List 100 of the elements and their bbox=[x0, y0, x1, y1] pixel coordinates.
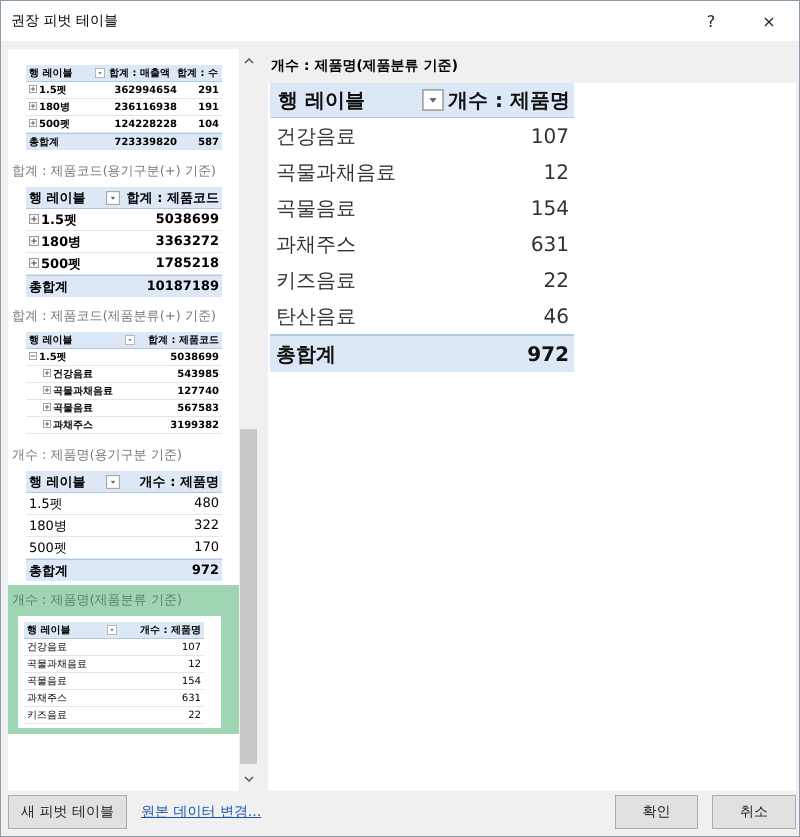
change-source-link[interactable]: 원본 데이터 변경... bbox=[140, 803, 262, 821]
help-button[interactable]: ? bbox=[691, 5, 731, 37]
table-cell-text: 154 bbox=[180, 676, 201, 686]
table-cell-text: 972 bbox=[526, 342, 569, 366]
row-label: 과채주스 bbox=[276, 230, 357, 258]
expand-icon[interactable] bbox=[29, 102, 37, 110]
table-cell-text: 723339820 bbox=[113, 136, 177, 148]
ok-button[interactable]: 확인 bbox=[615, 795, 698, 829]
table-cell-text: 236116938 bbox=[113, 102, 177, 112]
scroll-thumb[interactable] bbox=[240, 429, 257, 764]
row-label: 키즈음료 bbox=[276, 266, 357, 294]
row-label: 500펫 bbox=[29, 117, 109, 131]
table-cell-text: 1785218 bbox=[154, 256, 219, 271]
recommendation-card[interactable]: 개수 : 제품명(제품분류 기준) 행 레이블 개수 : 제품명 건강음료 107 곡물과채음료 12 곡물음료 154 과채주스 631 키즈음료 22 bbox=[8, 585, 239, 734]
row-label: 과채주스 bbox=[29, 418, 139, 432]
dropdown-icon[interactable] bbox=[106, 474, 120, 488]
table-cell-text: 104 bbox=[197, 118, 219, 130]
expand-icon[interactable] bbox=[29, 236, 39, 246]
column-header: 행 레이블 bbox=[29, 67, 72, 80]
recommendation-title: 합계 : 제품코드(제품분류(+) 기준) bbox=[12, 308, 216, 325]
table-cell-text: 107 bbox=[530, 124, 569, 148]
table-cell-text: 631 bbox=[530, 232, 569, 256]
row-label: 곡물과채음료 bbox=[27, 658, 88, 671]
table-cell-text: 12 bbox=[542, 160, 569, 184]
expand-icon[interactable] bbox=[29, 214, 39, 224]
dropdown-icon[interactable] bbox=[107, 625, 117, 635]
table-cell-text: 567583 bbox=[176, 402, 219, 414]
column-header: 행 레이블 bbox=[29, 190, 86, 206]
row-label: 곡물음료 bbox=[276, 194, 357, 222]
row-label: 1.5펫 bbox=[29, 350, 139, 364]
collapse-icon[interactable] bbox=[29, 352, 37, 360]
table-cell-text: 10187189 bbox=[146, 279, 219, 294]
row-label: 키즈음료 bbox=[27, 709, 68, 722]
row-label: 180병 bbox=[29, 232, 124, 250]
row-label: 곡물음료 bbox=[27, 675, 68, 688]
table-cell-text: 5038699 bbox=[154, 212, 219, 227]
row-label: 건강음료 bbox=[29, 367, 139, 381]
expand-icon[interactable] bbox=[29, 85, 37, 93]
column-header: 개수 : 제품명 bbox=[138, 474, 219, 490]
preview-title: 개수 : 제품명(제품분류 기준) bbox=[271, 57, 458, 75]
expand-icon[interactable] bbox=[43, 403, 51, 411]
table-cell-text: 154 bbox=[530, 196, 569, 220]
table-cell-text: 3199382 bbox=[169, 420, 219, 430]
column-header: 개수 : 제품명 bbox=[448, 86, 570, 114]
row-label: 과채주스 bbox=[27, 692, 68, 705]
table-cell-text: 5038699 bbox=[169, 352, 219, 362]
row-label: 총합계 bbox=[29, 136, 60, 149]
table-cell-text: 22 bbox=[542, 268, 569, 292]
recommendation-title: 개수 : 제품명(용기구분 기준) bbox=[12, 447, 182, 464]
expand-icon[interactable] bbox=[29, 119, 37, 127]
table-cell-text: 543985 bbox=[176, 368, 219, 380]
table-cell-text: 3363272 bbox=[154, 234, 219, 249]
table-cell-text: 322 bbox=[193, 518, 219, 533]
table-cell-text: 22 bbox=[187, 710, 201, 720]
row-label: 총합계 bbox=[276, 340, 337, 368]
expand-icon[interactable] bbox=[43, 386, 51, 394]
column-header: 행 레이블 bbox=[27, 624, 70, 637]
column-header: 합계 : 수 bbox=[177, 67, 219, 80]
window-title: 권장 피벗 테이블 bbox=[11, 12, 119, 30]
row-label: 곡물음료 bbox=[29, 401, 139, 415]
column-header: 행 레이블 bbox=[278, 86, 365, 114]
row-label: 180병 bbox=[29, 518, 68, 534]
expand-icon[interactable] bbox=[29, 258, 39, 268]
recommendation-title: 개수 : 제품명(제품분류 기준) bbox=[12, 592, 182, 609]
table-cell-text: 972 bbox=[190, 563, 219, 578]
row-label: 180병 bbox=[29, 100, 109, 114]
row-label: 곡물과채음료 bbox=[276, 158, 397, 186]
scroll-up-icon[interactable] bbox=[244, 57, 254, 64]
row-label: 1.5펫 bbox=[29, 210, 124, 228]
scroll-down-icon[interactable] bbox=[244, 776, 254, 783]
new-pivot-table-button[interactable]: 새 피벗 테이블 bbox=[8, 795, 127, 829]
table-cell-text: 124228228 bbox=[113, 118, 177, 130]
column-header: 행 레이블 bbox=[29, 474, 86, 490]
cancel-button[interactable]: 취소 bbox=[712, 795, 796, 829]
dropdown-icon[interactable] bbox=[95, 68, 105, 78]
table-cell-text: 587 bbox=[197, 136, 219, 148]
dropdown-icon[interactable] bbox=[422, 89, 444, 111]
table-cell-text: 480 bbox=[193, 496, 219, 511]
row-label: 총합계 bbox=[29, 562, 69, 580]
row-label: 탄산음료 bbox=[276, 302, 357, 330]
expand-icon[interactable] bbox=[43, 420, 51, 428]
table-cell-text: 107 bbox=[180, 642, 201, 652]
dropdown-icon[interactable] bbox=[106, 190, 120, 204]
row-label: 곡물과채음료 bbox=[29, 384, 139, 398]
row-label: 건강음료 bbox=[276, 122, 357, 150]
table-cell-text: 12 bbox=[187, 658, 201, 670]
table-cell-text: 170 bbox=[193, 540, 219, 555]
recommendation-title: 합계 : 제품코드(용기구분(+) 기준) bbox=[12, 163, 216, 180]
row-label: 1.5펫 bbox=[29, 496, 64, 512]
row-label: 총합계 bbox=[29, 278, 69, 296]
table-cell-text: 291 bbox=[197, 84, 219, 96]
row-label: 500펫 bbox=[29, 254, 124, 272]
column-header: 개수 : 제품명 bbox=[139, 624, 201, 637]
column-header: 합계 : 제품코드 bbox=[147, 334, 219, 347]
row-label: 500펫 bbox=[29, 540, 68, 556]
expand-icon[interactable] bbox=[43, 369, 51, 377]
table-cell-text: 362994654 bbox=[113, 84, 177, 96]
table-cell-text: 631 bbox=[180, 692, 201, 704]
close-button[interactable]: × bbox=[749, 5, 789, 37]
dropdown-icon[interactable] bbox=[125, 335, 135, 345]
